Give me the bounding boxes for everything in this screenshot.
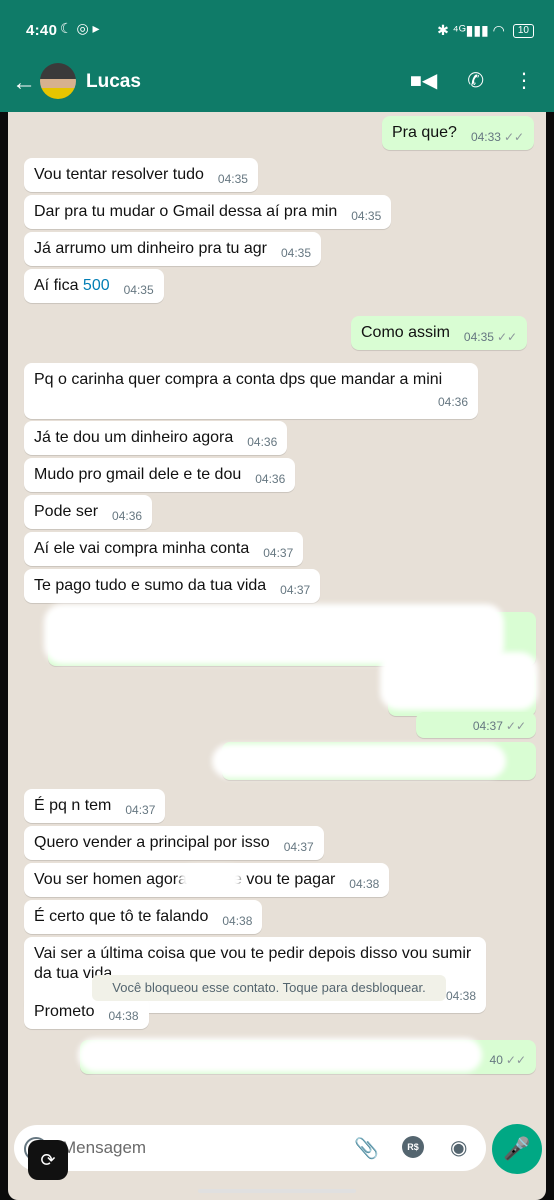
header-actions: ■◀ ✆ ⋮ [410,68,534,93]
message-time: 04:38 [349,877,380,891]
more-vertical-icon[interactable]: ⋮ [514,68,534,93]
mic-button[interactable]: 🎤 [492,1124,542,1174]
home-indicator[interactable] [198,1189,356,1193]
message-bubble[interactable]: Aí ele vai compra minha conta 04:37 [24,532,304,566]
message-bubble[interactable]: Pq o carinha quer compra a conta dps que… [24,363,478,419]
message-bubble[interactable]: Como assim 04:35 ✓✓ [351,316,528,350]
message-list[interactable]: Pra que? 04:33 ✓✓ Vou tentar resolver tudo… [8,112,546,1200]
rotate-screen-icon[interactable]: ⟳ [28,1140,68,1180]
message-bubble[interactable]: Vou tentar resolver tudo 04:35 [24,158,258,192]
signal-icon: ✱ ⁴ᴳ▮▮▮ ◠ [437,22,505,38]
message-bubble[interactable]: É certo que tô te falando 04:38 [24,900,263,934]
mic-icon: 🎤 [503,1136,531,1161]
double-check-icon: ✓✓ [505,719,526,733]
double-check-icon: ✓✓ [505,1053,526,1067]
redaction-overlay [180,866,242,892]
message-time: 04:38 [108,1009,139,1023]
message-input[interactable]: Mensagem [62,1138,146,1158]
message-bubble[interactable]: Aí fica 500 04:35 [24,269,164,303]
message-time: 04:37 [280,583,311,597]
message-bubble[interactable]: Dar pra tu mudar o Gmail dessa aí pra mi… [24,195,392,229]
redaction-overlay [78,1038,482,1072]
message-time: 04:37 [263,546,294,560]
chat-header: ← Lucas ■◀ ✆ ⋮ [0,56,554,112]
status-time: 4:40 [26,22,58,39]
message-bubble[interactable]: Mudo pro gmail dele e te dou 04:36 [24,458,296,492]
contact-name[interactable]: Lucas [86,71,141,93]
message-time: 04:38 [222,914,253,928]
status-left-icons: ☾ ◎ ▸ [60,20,100,36]
phone-icon[interactable]: ✆ [467,68,484,93]
message-time: 04:37 [283,840,314,854]
message-time: 04:35 [351,209,382,223]
redaction-overlay [380,652,538,710]
message-bubble[interactable]: Já arrumo um dinheiro pra tu agr 04:35 [24,232,322,266]
message-time: 04:37 ✓✓ [472,719,526,733]
message-time: 04:36 [112,509,143,523]
message-time: 04:33 ✓✓ [470,130,525,144]
battery-icon: 10 [512,23,534,38]
message-time: 04:35 ✓✓ [463,330,518,344]
payment-icon[interactable]: R$ [402,1136,424,1158]
message-time: 04:36 [437,395,468,409]
message-time: 04:37 [125,803,156,817]
message-bubble[interactable]: Já te dou um dinheiro agora 04:36 [24,421,288,455]
video-icon[interactable]: ■◀ [410,68,437,93]
double-check-icon: ✓✓ [503,130,525,144]
message-bubble[interactable]: É pq n tem 04:37 [24,789,166,823]
message-time: 04:35 [217,172,248,186]
double-check-icon: ✓✓ [496,330,518,344]
avatar[interactable] [40,63,76,99]
number-link[interactable]: 500 [83,277,110,294]
message-composer: Mensagem 📎 R$ ◉ [14,1125,486,1171]
blocked-contact-notice[interactable]: Você bloqueou esse contato. Toque para d… [92,975,446,1001]
redaction-overlay [212,744,506,778]
message-bubble[interactable]: Quero vender a principal por isso 04:37 [24,826,324,860]
message-bubble[interactable]: Pra que? 04:33 ✓✓ [382,116,535,150]
message-time: 04:35 [123,283,154,297]
paperclip-icon[interactable]: 📎 [354,1136,379,1161]
message-bubble[interactable]: 04:37 ✓✓ [416,712,536,738]
status-right: ✱ ⁴ᴳ▮▮▮ ◠ 10 [437,22,534,39]
message-time: 04:35 [281,246,312,260]
arrow-left-icon[interactable]: ← [12,69,36,97]
message-bubble[interactable]: Te pago tudo e sumo da tua vida 04:37 [24,569,321,603]
message-time: 04:36 [247,435,278,449]
camera-icon[interactable]: ◉ [450,1135,467,1160]
message-bubble[interactable]: Pode ser 04:36 [24,495,153,529]
status-bar: 4:40 ☾ ◎ ▸ ✱ ⁴ᴳ▮▮▮ ◠ 10 [0,0,554,56]
message-time: 04:36 [255,472,286,486]
message-time: 40 ✓✓ [489,1053,526,1067]
